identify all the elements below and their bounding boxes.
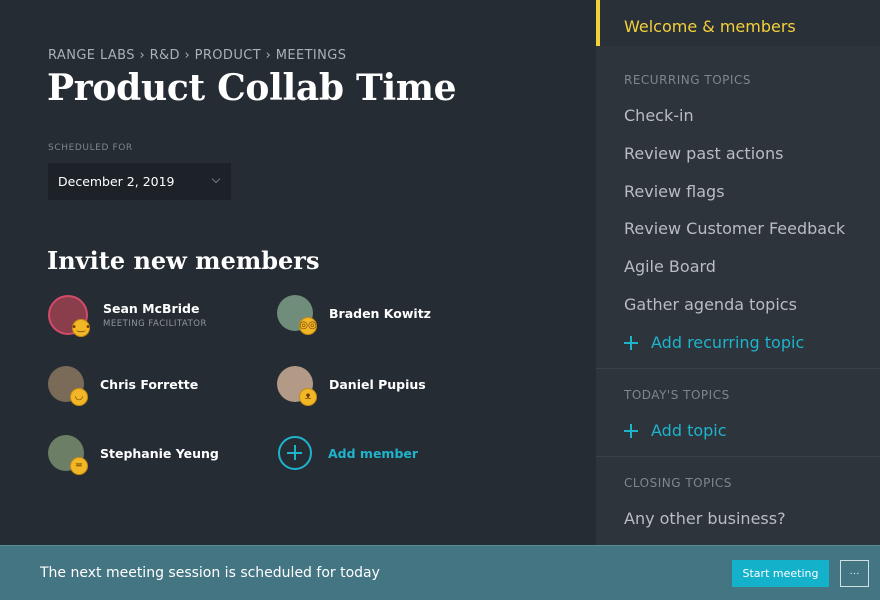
member-sean-mcbride[interactable]: •‿• Sean McBride MEETING FACILITATOR — [48, 295, 207, 337]
member-chris-forrette[interactable]: ◡ Chris Forrette — [48, 366, 199, 406]
plus-icon — [624, 423, 638, 438]
avatar: •‿• — [48, 295, 91, 337]
avatar: ᴥ — [277, 366, 317, 406]
scheduled-label: SCHEDULED FOR — [48, 143, 133, 153]
chevron-down-icon — [211, 174, 221, 184]
member-name: Chris Forrette — [100, 376, 199, 392]
active-indicator — [596, 0, 600, 46]
sidebar-item-any-other-business[interactable]: Any other business? — [624, 509, 786, 528]
date-select[interactable]: December 2, 2019 — [48, 163, 231, 200]
member-name: Sean McBride — [103, 301, 200, 316]
member-name: Daniel Pupius — [329, 376, 426, 392]
member-stephanie-yeung[interactable]: ≖ Stephanie Yeung — [48, 435, 219, 475]
sidebar-item-label: Welcome & members — [624, 17, 796, 36]
more-options-button[interactable]: ··· — [840, 560, 869, 587]
sidebar-item-check-in[interactable]: Check-in — [624, 106, 694, 125]
footer-message: The next meeting session is scheduled fo… — [40, 565, 380, 581]
avatar: ◎◎ — [277, 295, 317, 335]
avatar: ◡ — [48, 366, 88, 406]
sidebar-item-welcome[interactable]: Welcome & members — [596, 0, 880, 46]
add-member-label: Add member — [328, 445, 419, 461]
sidebar-item-review-flags[interactable]: Review flags — [624, 182, 725, 201]
member-name: Braden Kowitz — [329, 305, 431, 321]
start-meeting-button[interactable]: Start meeting — [732, 560, 829, 587]
add-member-button[interactable]: Add member — [278, 436, 418, 470]
cat-face-icon: ᴥ — [299, 388, 317, 406]
divider — [596, 456, 880, 457]
sleepy-face-icon: •‿• — [71, 319, 91, 337]
todays-topics-heading: TODAY'S TOPICS — [624, 388, 730, 402]
tired-face-icon: ≖ — [70, 457, 88, 475]
member-braden-kowitz[interactable]: ◎◎ Braden Kowitz — [277, 295, 431, 335]
nerd-face-icon: ◎◎ — [299, 317, 317, 335]
member-daniel-pupius[interactable]: ᴥ Daniel Pupius — [277, 366, 426, 406]
plus-icon — [624, 335, 638, 350]
add-recurring-topic-label: Add recurring topic — [651, 333, 805, 352]
member-name: Stephanie Yeung — [100, 445, 219, 461]
recurring-topics-heading: RECURRING TOPICS — [624, 73, 751, 87]
page-title: Product Collab Time — [47, 67, 457, 109]
sidebar-item-gather-agenda-topics[interactable]: Gather agenda topics — [624, 295, 797, 314]
footer-bar: The next meeting session is scheduled fo… — [0, 545, 880, 600]
add-recurring-topic-button[interactable]: Add recurring topic — [624, 333, 804, 352]
add-topic-label: Add topic — [651, 421, 727, 440]
breadcrumb[interactable]: RANGE LABS › R&D › PRODUCT › MEETINGS — [48, 48, 346, 63]
add-circle-icon — [278, 436, 312, 470]
sidebar: Welcome & members RECURRING TOPICS Check… — [596, 0, 880, 545]
main-panel: RANGE LABS › R&D › PRODUCT › MEETINGS Pr… — [0, 0, 596, 545]
sidebar-item-agile-board[interactable]: Agile Board — [624, 257, 716, 276]
invite-title: Invite new members — [47, 246, 320, 275]
smiling-face-icon: ◡ — [70, 388, 88, 406]
closing-topics-heading: CLOSING TOPICS — [624, 476, 732, 490]
sidebar-item-review-customer-feedback[interactable]: Review Customer Feedback — [624, 219, 845, 238]
divider — [596, 368, 880, 369]
member-role: MEETING FACILITATOR — [103, 319, 207, 329]
avatar: ≖ — [48, 435, 88, 475]
date-value: December 2, 2019 — [58, 174, 175, 189]
sidebar-item-review-past-actions[interactable]: Review past actions — [624, 144, 783, 163]
add-topic-button[interactable]: Add topic — [624, 421, 727, 440]
